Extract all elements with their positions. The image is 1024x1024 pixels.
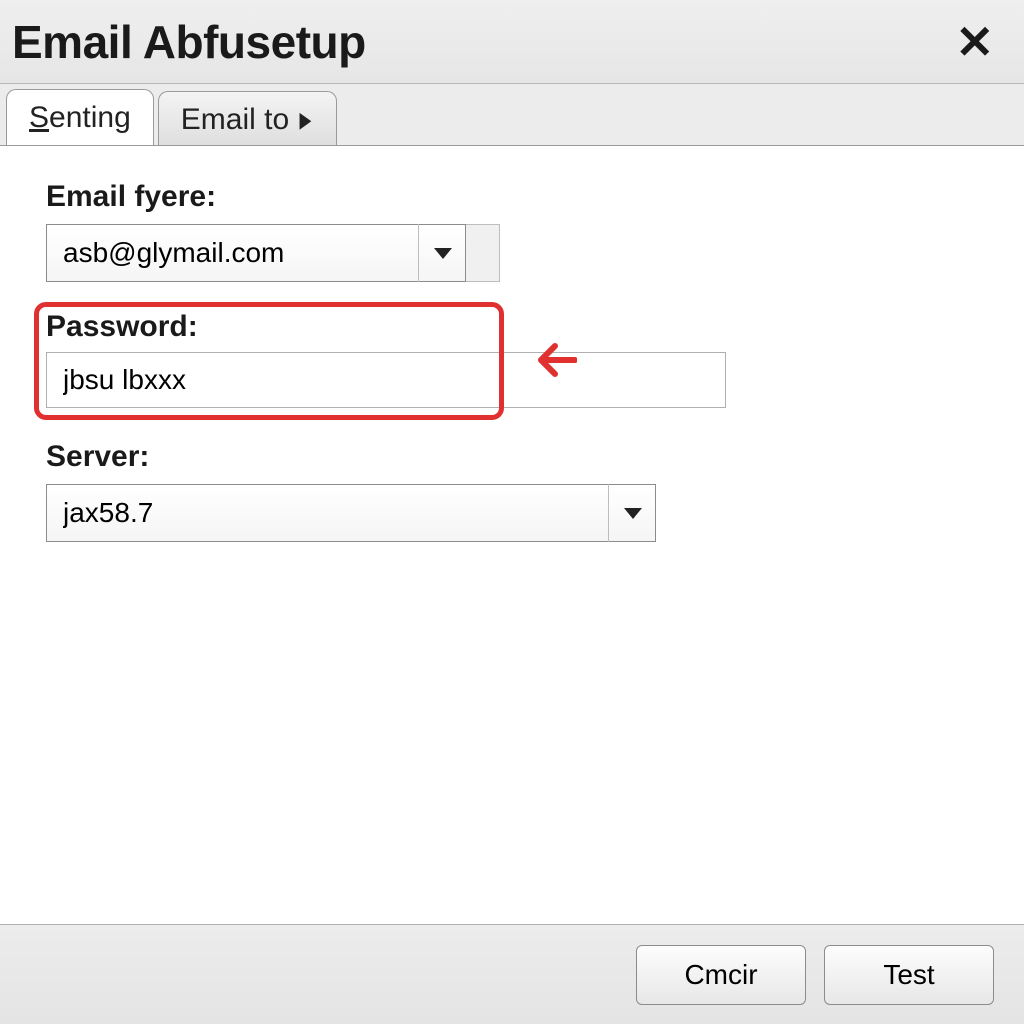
cmcir-button[interactable]: Cmcir <box>636 945 806 1005</box>
button-label: Cmcir <box>684 959 757 990</box>
settings-panel: Email fyere: Password: Serve <box>0 146 1024 924</box>
tab-label: Senting <box>29 101 131 135</box>
email-setup-window: Email Abfusetup ✕ Senting Email to ▶ Ema… <box>0 0 1024 1024</box>
password-field-group: Password: <box>46 304 978 418</box>
test-button[interactable]: Test <box>824 945 994 1005</box>
email-combo[interactable] <box>46 224 466 282</box>
server-input[interactable] <box>46 484 656 542</box>
close-icon[interactable]: ✕ <box>947 15 1002 69</box>
email-label: Email fyere: <box>46 180 978 214</box>
email-field-group: Email fyere: <box>46 180 978 282</box>
button-label: Test <box>883 959 934 990</box>
tab-label: Email to <box>181 103 289 137</box>
tab-email-to[interactable]: Email to ▶ <box>158 91 337 147</box>
server-field-group: Server: <box>46 440 978 542</box>
password-input[interactable] <box>46 352 726 408</box>
combo-side-stub <box>466 224 500 282</box>
annotation-arrow-icon <box>521 338 577 392</box>
server-combo[interactable] <box>46 484 656 542</box>
email-input[interactable] <box>46 224 466 282</box>
server-label: Server: <box>46 440 978 474</box>
window-title: Email Abfusetup <box>12 15 366 69</box>
chevron-right-icon: ▶ <box>300 107 312 133</box>
tab-strip: Senting Email to ▶ <box>0 84 1024 146</box>
dialog-footer: Cmcir Test <box>0 924 1024 1024</box>
titlebar: Email Abfusetup ✕ <box>0 0 1024 84</box>
tab-senting[interactable]: Senting <box>6 89 154 147</box>
password-label: Password: <box>46 310 726 344</box>
